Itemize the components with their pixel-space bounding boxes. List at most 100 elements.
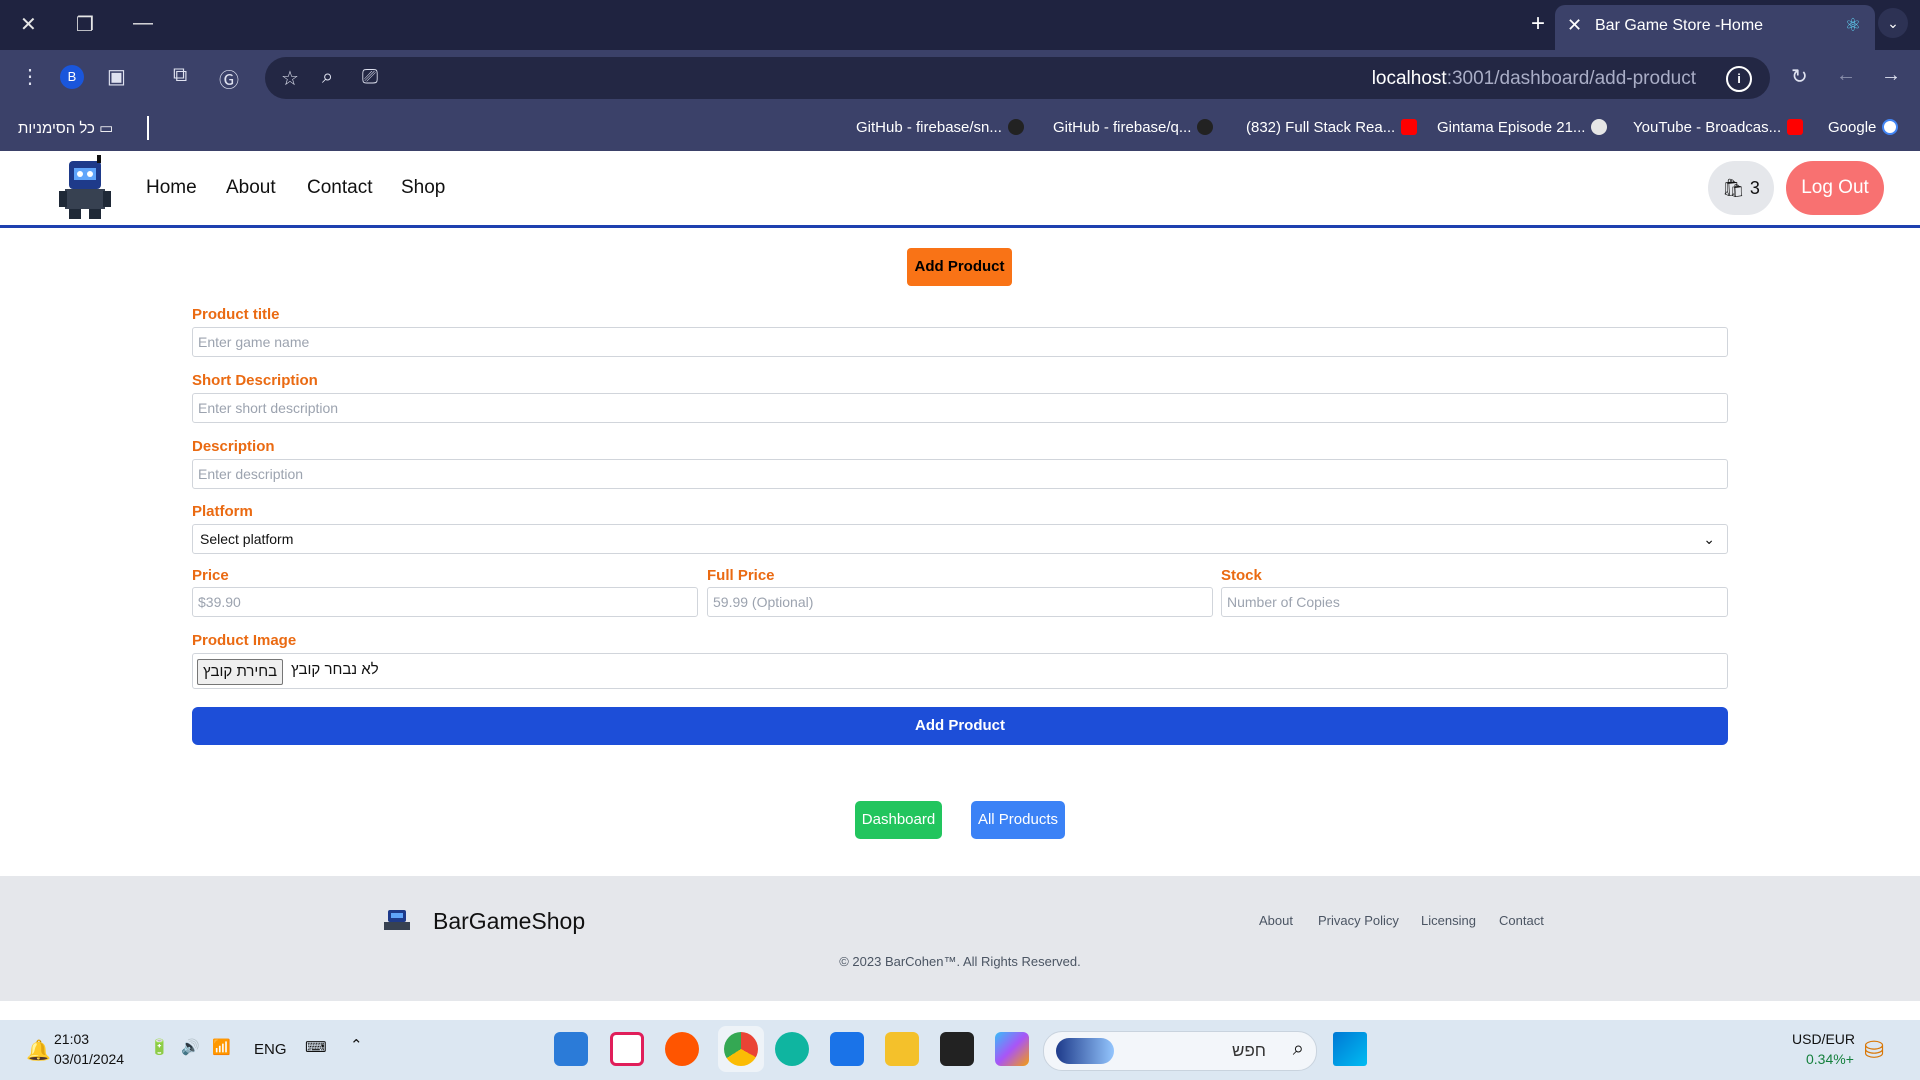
back-icon[interactable]: ← [1836, 64, 1856, 87]
close-window-icon[interactable]: ✕ [20, 12, 37, 37]
footer-copyright: © 2023 BarCohen™. All Rights Reserved. [839, 954, 1081, 969]
new-tab-icon[interactable]: + [1531, 10, 1545, 38]
stock-input[interactable]: Number of Copies [1221, 587, 1728, 617]
bookmark-item[interactable]: YouTube - Broadcas... [1633, 119, 1804, 136]
clock-time[interactable]: 21:03 [54, 1031, 89, 1047]
full-price-input[interactable]: 59.99 (Optional) [707, 587, 1213, 617]
footer-link-about[interactable]: About [1259, 913, 1293, 928]
site-info-icon[interactable]: i [1726, 66, 1752, 92]
url-text: localhost:3001/dashboard/add-product [1371, 68, 1696, 89]
footer-link-contact[interactable]: Contact [1499, 913, 1544, 928]
footer-logo-icon[interactable] [382, 908, 412, 932]
short-description-input[interactable]: Enter short description [192, 393, 1728, 423]
sidebar-icon[interactable]: ▣ [107, 64, 126, 89]
grammarly-icon[interactable]: Ⓖ [219, 64, 239, 93]
platform-select[interactable]: Select platform ⌄ [192, 524, 1728, 554]
restore-window-icon[interactable]: ❐ [76, 12, 94, 37]
currency-widget-icon[interactable]: ⛁ [1864, 1036, 1884, 1065]
menu-kebab-icon[interactable]: ⋮ [20, 64, 40, 89]
bookmark-item[interactable]: Gintama Episode 21... [1437, 119, 1608, 136]
bookmark-item[interactable]: (832) Full Stack Rea... [1246, 119, 1418, 136]
notification-bell-icon[interactable]: 🔔 [26, 1038, 51, 1063]
windows-start-icon[interactable] [1333, 1032, 1367, 1066]
footer-link-licensing[interactable]: Licensing [1421, 913, 1476, 928]
forward-icon[interactable]: → [1881, 64, 1901, 87]
site-navbar: Home About Contact Shop 🛍 3 Log Out [0, 151, 1920, 228]
add-product-heading-button[interactable]: Add Product [907, 248, 1012, 286]
mail-icon[interactable] [830, 1032, 864, 1066]
nav-about-link[interactable]: About [226, 177, 276, 199]
price-input[interactable]: $39.90 [192, 587, 698, 617]
product-image-label: Product Image [192, 632, 297, 649]
wifi-icon[interactable]: 📶 [212, 1038, 231, 1056]
install-app-icon[interactable]: ⎚ [362, 66, 378, 89]
volume-icon[interactable]: 🔊 [181, 1038, 200, 1056]
footer-link-privacy[interactable]: Privacy Policy [1318, 913, 1399, 928]
language-indicator[interactable]: ENG [254, 1041, 287, 1058]
soundcloud-icon[interactable] [665, 1032, 699, 1066]
slack-icon[interactable] [610, 1032, 644, 1066]
minimize-window-icon[interactable]: — [133, 12, 153, 35]
submit-add-product-button[interactable]: Add Product [192, 707, 1728, 745]
nav-home-link[interactable]: Home [146, 177, 197, 199]
bookmark-star-icon[interactable]: ☆ [281, 66, 299, 91]
currency-pair[interactable]: USD/EUR [1792, 1031, 1855, 1047]
profile-avatar[interactable]: B [60, 65, 84, 89]
all-bookmarks-folder[interactable]: כל הסימניות ▭ [18, 119, 113, 137]
vscode-icon[interactable] [554, 1032, 588, 1066]
github-icon [1007, 119, 1024, 135]
file-status-text: לא נבחר קובץ [291, 661, 379, 678]
cart-button[interactable]: 🛍 3 [1708, 161, 1774, 215]
chrome-taskbar-item[interactable] [718, 1026, 764, 1072]
platform-label: Platform [192, 503, 253, 520]
file-explorer-icon[interactable] [885, 1032, 919, 1066]
address-bar[interactable]: ☆ ⌕ ⎚ localhost:3001/dashboard/add-produ… [265, 57, 1770, 99]
taskbar-search-box[interactable]: חפש ⌕ [1043, 1031, 1317, 1071]
product-title-input[interactable]: Enter game name [192, 327, 1728, 357]
youtube-icon [1787, 119, 1804, 135]
zoom-icon[interactable]: ⌕ [322, 66, 333, 89]
bookmark-item[interactable]: Google [1828, 119, 1899, 136]
bookmarks-divider [147, 116, 149, 140]
bookmark-item[interactable]: GitHub - firebase/sn... [856, 119, 1024, 136]
price-label: Price [192, 567, 229, 584]
robot-logo-icon[interactable] [55, 155, 115, 221]
browser-toolbar: ⋮ B ▣ ⧉ Ⓖ ☆ ⌕ ⎚ localhost:3001/dashboard… [0, 50, 1920, 106]
react-favicon-icon: ⚛ [1844, 15, 1861, 35]
close-tab-icon[interactable]: ✕ [1567, 15, 1582, 36]
search-placeholder: חפש [1232, 1041, 1266, 1060]
nav-contact-link[interactable]: Contact [307, 177, 372, 199]
cart-count: 3 [1749, 178, 1760, 198]
chrome-icon [724, 1032, 758, 1066]
site-footer: BarGameShop About Privacy Policy Licensi… [0, 876, 1920, 1001]
nav-shop-link[interactable]: Shop [401, 177, 445, 199]
choose-file-button[interactable]: בחירת קובץ [197, 659, 284, 685]
footer-brand[interactable]: BarGameShop [433, 908, 585, 935]
platform-selected-value: Select platform [200, 531, 294, 547]
stock-label: Stock [1221, 567, 1262, 584]
description-label: Description [192, 438, 275, 455]
currency-change: 0.34%+ [1806, 1051, 1854, 1067]
logout-button[interactable]: Log Out [1786, 161, 1884, 215]
keyboard-icon[interactable]: ⌨ [305, 1038, 327, 1056]
all-products-button[interactable]: All Products [971, 801, 1065, 839]
copilot-icon[interactable] [995, 1032, 1029, 1066]
google-icon [1882, 119, 1899, 135]
terminal-icon[interactable] [940, 1032, 974, 1066]
battery-icon[interactable]: 🔋 [150, 1038, 169, 1056]
product-title-label: Product title [192, 306, 280, 323]
product-image-file-input[interactable]: בחירת קובץ לא נבחר קובץ [192, 653, 1728, 689]
bookmarks-bar: כל הסימניות ▭ GitHub - firebase/sn... Gi… [0, 106, 1920, 151]
shopping-bag-icon: 🛍 [1722, 178, 1745, 198]
tab-search-icon[interactable]: ⌄ [1878, 8, 1908, 38]
youtube-icon [1401, 119, 1418, 135]
edge-icon[interactable] [775, 1032, 809, 1066]
dashboard-button[interactable]: Dashboard [855, 801, 942, 839]
bookmark-item[interactable]: GitHub - firebase/q... [1053, 119, 1214, 136]
clock-date[interactable]: 03/01/2024 [54, 1051, 124, 1067]
chevron-up-icon[interactable]: ⌃ [350, 1036, 363, 1054]
extensions-icon[interactable]: ⧉ [173, 64, 187, 87]
browser-tab[interactable]: ✕ Bar Game Store -Home ⚛ [1555, 5, 1875, 50]
reload-icon[interactable]: ↻ [1791, 64, 1808, 89]
description-input[interactable]: Enter description [192, 459, 1728, 489]
